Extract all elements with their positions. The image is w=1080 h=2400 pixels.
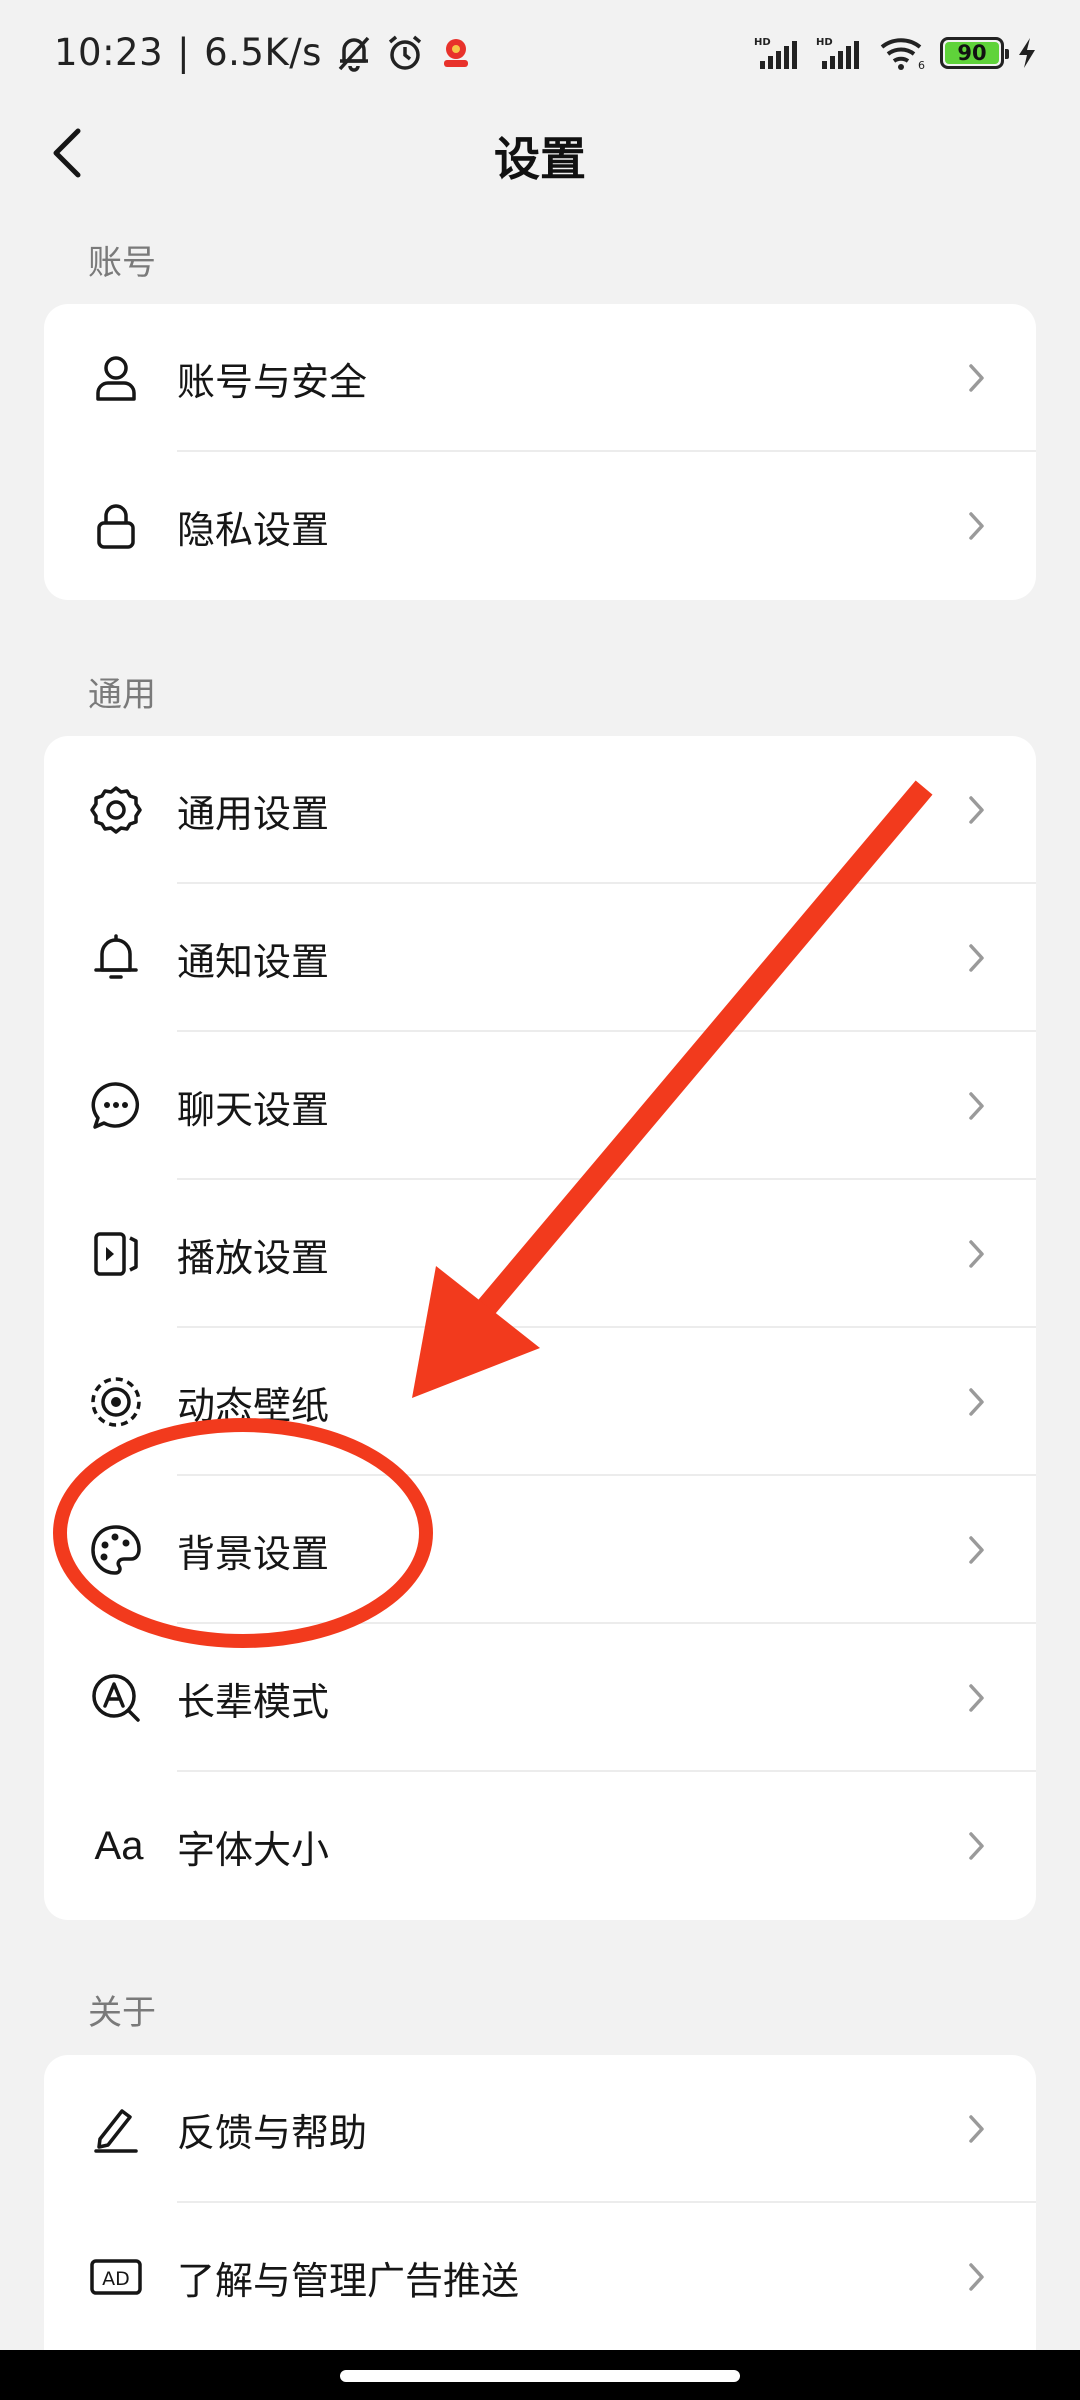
settings-row-elder-mode[interactable]: 长辈模式 [44,1624,1036,1772]
chevron-right-icon [969,1536,984,1564]
account-card: 账号与安全 隐私设置 [44,304,1036,600]
person-icon [88,350,144,406]
lock-icon [88,498,144,554]
wifi-icon: 6 [880,37,925,71]
bell-icon [88,930,144,986]
row-label: 长辈模式 [177,1679,330,1724]
status-time: 10:23 [54,31,164,74]
settings-row-feedback[interactable]: 反馈与帮助 [44,2055,1036,2203]
row-label: 了解与管理广告推送 [177,2258,520,2303]
chevron-right-icon [969,364,984,392]
chevron-right-icon [969,1684,984,1712]
gear-icon [88,782,144,838]
settings-row-chat[interactable]: 聊天设置 [44,1032,1036,1180]
chevron-right-icon [969,944,984,972]
row-label: 隐私设置 [177,507,330,552]
battery-indicator: 90 [940,36,1009,69]
row-label: 字体大小 [177,1827,330,1872]
signal-strength-icon: HD [754,37,797,69]
chevron-right-icon [969,1832,984,1860]
battery-level: 90 [945,41,999,65]
settings-row-live-wallpaper[interactable]: 动态壁纸 [44,1328,1036,1476]
wifi-badge-text: 6 [918,59,925,71]
ad-icon-text: AD [102,2268,130,2290]
settings-row-font-size[interactable]: Aa 字体大小 [44,1772,1036,1920]
section-label-about: 关于 [88,1993,156,2033]
mute-bell-icon [338,36,370,72]
palette-icon [88,1522,144,1578]
status-left: 10:23 | 6.5K/s [54,31,474,74]
settings-row-general[interactable]: 通用设置 [44,736,1036,884]
chevron-right-icon [969,796,984,824]
alarm-icon [388,35,422,70]
about-card: 反馈与帮助 AD 了解与管理广告推送 [44,2055,1036,2351]
settings-row-privacy[interactable]: 隐私设置 [44,452,1036,600]
elder-mode-icon [88,1670,144,1726]
chevron-right-icon [969,1240,984,1268]
status-bar: 10:23 | 6.5K/s HD HD 6 90 [0,0,1080,105]
font-size-icon-text: Aa [94,1823,144,1868]
chevron-right-icon [969,2115,984,2143]
settings-row-ad-management[interactable]: AD 了解与管理广告推送 [44,2203,1036,2351]
header: 设置 [0,105,1080,200]
app-notification-icon [443,38,468,67]
section-label-general: 通用 [88,675,156,715]
ad-icon: AD [88,2249,144,2305]
row-label: 动态壁纸 [177,1383,330,1428]
row-label: 通用设置 [177,791,330,836]
settings-row-account-security[interactable]: 账号与安全 [44,304,1036,452]
live-wallpaper-icon [88,1374,144,1430]
status-right: HD HD 6 90 [754,35,1038,71]
row-label: 播放设置 [177,1235,330,1280]
settings-row-background[interactable]: 背景设置 [44,1476,1036,1624]
row-label: 反馈与帮助 [177,2110,368,2155]
section-label-account: 账号 [88,243,156,283]
settings-row-playback[interactable]: 播放设置 [44,1180,1036,1328]
row-label: 账号与安全 [177,359,368,404]
play-frame-icon [88,1226,144,1282]
font-size-icon: Aa [84,1818,154,1874]
chevron-right-icon [969,1092,984,1120]
charging-icon [1019,37,1035,68]
settings-row-notification[interactable]: 通知设置 [44,884,1036,1032]
chevron-right-icon [969,1388,984,1416]
home-indicator[interactable] [340,2370,740,2382]
chevron-right-icon [969,2263,984,2291]
svg-text:HD: HD [816,37,833,48]
signal-strength-2-icon: HD [816,37,859,69]
row-label: 背景设置 [177,1531,330,1576]
general-card: 通用设置 通知设置 聊天设置 播放设置 动态壁纸 背景设置 长辈模式 Aa 字体… [44,736,1036,1920]
pencil-icon [88,2101,144,2157]
network-speed: 6.5K/s [204,31,322,74]
row-label: 聊天设置 [177,1087,330,1132]
row-label: 通知设置 [177,939,330,984]
page-title: 设置 [494,132,586,186]
svg-text:HD: HD [754,37,771,48]
chevron-right-icon [969,512,984,540]
chat-bubble-icon [88,1078,144,1134]
status-separator: | [177,31,191,74]
